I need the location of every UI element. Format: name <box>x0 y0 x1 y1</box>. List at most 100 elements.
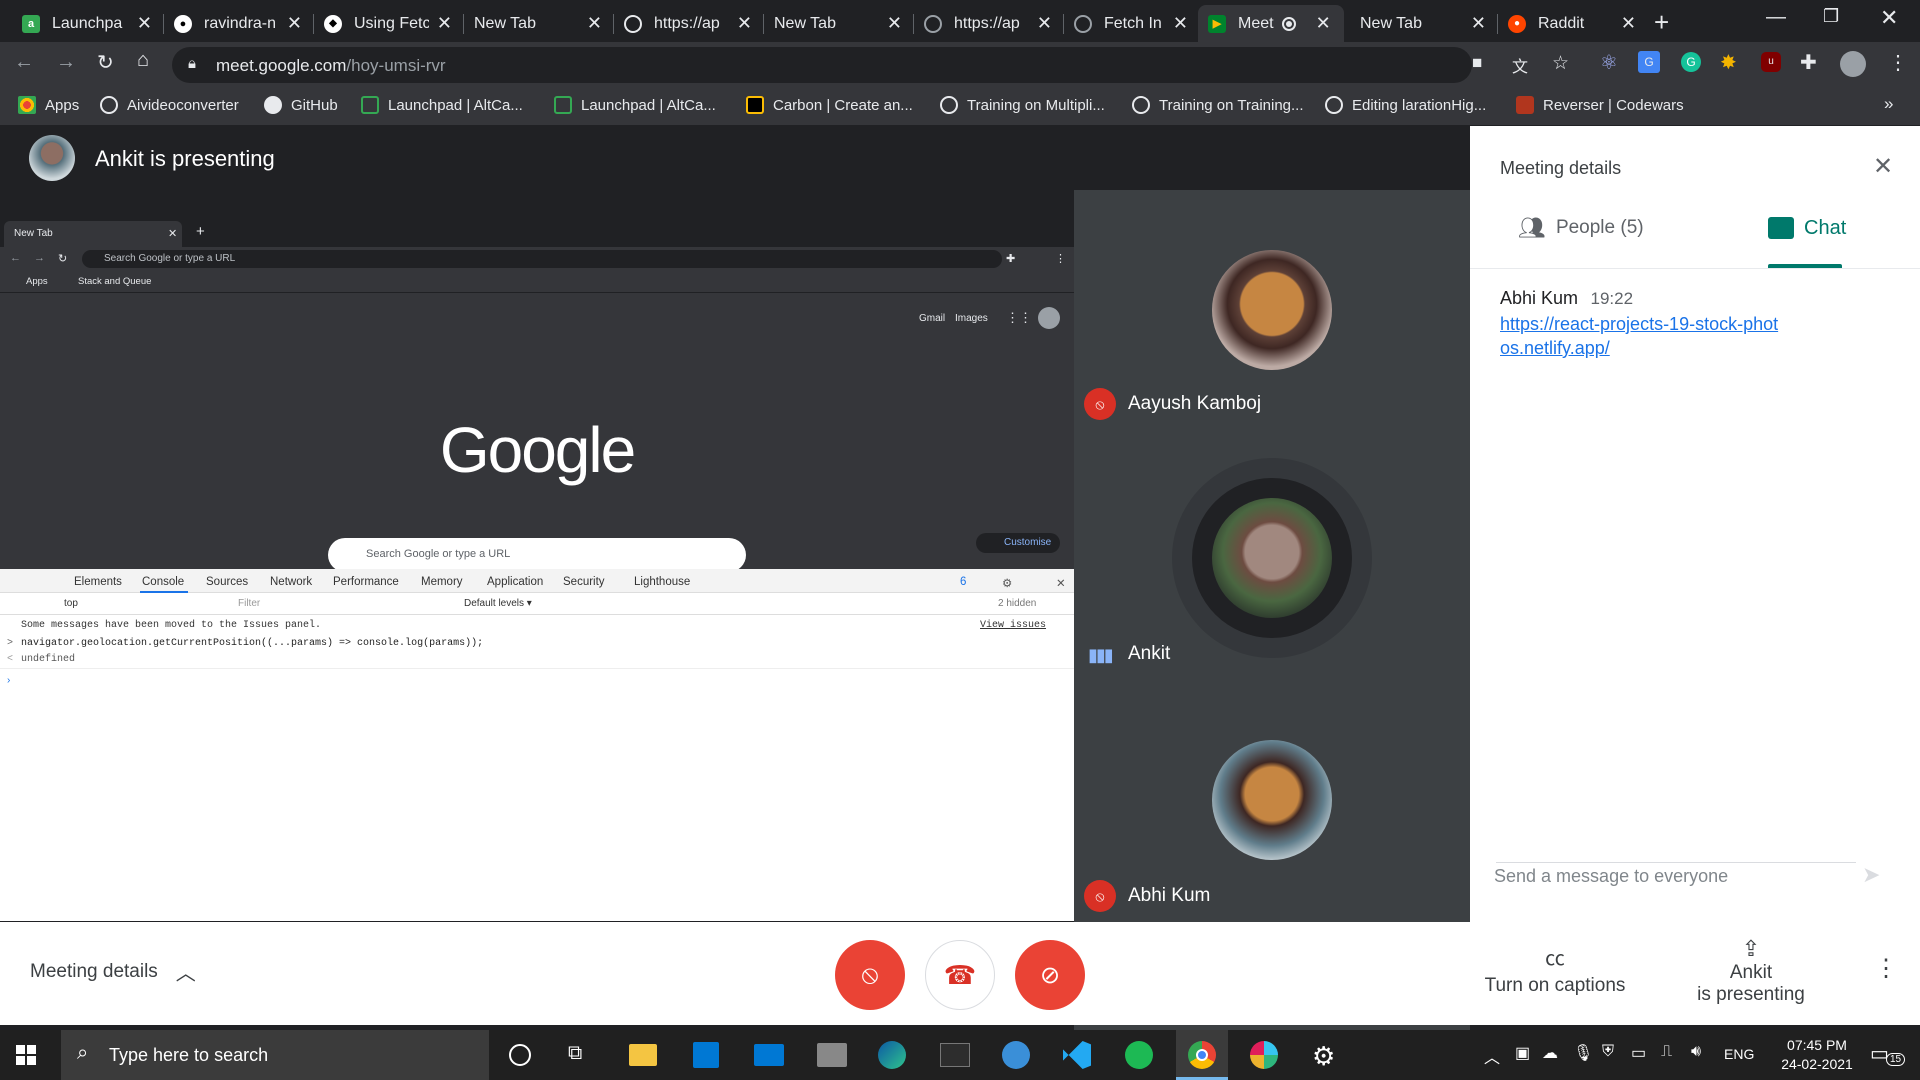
settings-icon[interactable]: ⚙ <box>1312 1041 1335 1072</box>
volume-icon[interactable]: 🔊︎ <box>1691 1043 1701 1061</box>
browser-tab[interactable]: New Tab ✕ <box>1350 5 1496 42</box>
close-icon[interactable]: ✕ <box>1037 13 1052 34</box>
close-icon[interactable]: ✕ <box>1471 13 1486 34</box>
security-icon[interactable]: ⛨ <box>1602 1043 1614 1061</box>
tab-chat[interactable]: Chat <box>1768 206 1878 250</box>
send-icon[interactable]: ➤ <box>1862 862 1880 888</box>
devtools-tabbar: Elements Console Sources Network Perform… <box>0 569 1074 593</box>
browser-tab[interactable]: Fetch In p ✕ <box>1064 5 1198 42</box>
meeting-details-button[interactable]: Meeting details ︿ <box>30 957 196 986</box>
chat-link[interactable]: https://react-projects-19-stock-photos.n… <box>1500 312 1780 360</box>
slack-icon[interactable] <box>1250 1041 1278 1069</box>
close-icon[interactable]: ✕ <box>137 13 152 34</box>
bookmark-item[interactable]: Training on Multipli... <box>940 96 1105 114</box>
chevron-up-icon[interactable]: ︿ <box>1484 1044 1500 1068</box>
close-icon[interactable]: ✕ <box>437 13 452 34</box>
bookmark-item[interactable]: GitHub <box>264 96 338 114</box>
captions-button[interactable]: ㏄ Turn on captions <box>1470 942 1640 997</box>
browser-tab[interactable]: a Launchpa ✕ <box>12 5 162 42</box>
leave-call-button[interactable]: ☎ <box>925 940 995 1010</box>
vscode-icon[interactable] <box>1063 1041 1091 1069</box>
menu-icon[interactable]: ⋮ <box>1888 50 1908 75</box>
terminal-icon[interactable] <box>940 1043 970 1067</box>
globe-icon <box>924 14 942 33</box>
browser-tab[interactable]: ● Raddit ✕ <box>1498 5 1646 42</box>
language-indicator[interactable]: ENG <box>1724 1046 1754 1062</box>
more-options-icon[interactable]: ⋮ <box>1874 954 1898 983</box>
browser-tab[interactable]: https://ap ✕ <box>914 5 1062 42</box>
bookmark-item[interactable]: Training on Training... <box>1132 96 1304 114</box>
close-icon[interactable]: ✕ <box>887 13 902 34</box>
close-icon[interactable]: ✕ <box>1173 13 1188 34</box>
onedrive-icon[interactable]: ☁ <box>1542 1043 1558 1063</box>
meet-now-icon[interactable]: ▣ <box>1515 1043 1530 1063</box>
windows-start-icon[interactable] <box>16 1045 36 1065</box>
taskbar-search[interactable]: ⌕ Type here to search <box>61 1030 489 1080</box>
globe-icon <box>940 96 958 114</box>
microsoft-store-icon[interactable] <box>693 1042 719 1068</box>
more-bookmarks-icon[interactable]: » <box>1884 94 1893 114</box>
mail-icon[interactable] <box>754 1044 784 1066</box>
close-panel-icon[interactable]: ✕ <box>1873 152 1893 181</box>
network-icon[interactable]: ⎍ <box>1661 1043 1672 1061</box>
bookmark-item[interactable]: Launchpad | AltCa... <box>554 96 716 114</box>
globe-icon <box>100 96 118 114</box>
file-explorer-icon[interactable] <box>629 1044 657 1066</box>
bookmark-item[interactable]: Editing larationHig... <box>1325 96 1486 114</box>
react-devtools-icon[interactable]: ⚛ <box>1600 50 1618 75</box>
clock[interactable]: 07:45 PM 24-02-2021 <box>1768 1036 1866 1074</box>
back-icon[interactable]: ← <box>14 51 34 74</box>
close-icon[interactable]: ✕ <box>737 13 752 34</box>
chrome-taskbar-button[interactable] <box>1176 1030 1228 1080</box>
bookmark-item[interactable]: Carbon | Create an... <box>746 96 913 114</box>
star-icon[interactable]: ☆ <box>1552 52 1569 75</box>
browser-tab[interactable]: ● ravindra-n ✕ <box>164 5 312 42</box>
edge-icon[interactable] <box>878 1041 906 1069</box>
bookmark-item[interactable]: Launchpad | AltCa... <box>361 96 523 114</box>
firefox-dev-icon[interactable] <box>1002 1041 1030 1069</box>
translate-extension-icon[interactable]: G <box>1638 51 1660 73</box>
close-icon[interactable]: ✕ <box>1316 13 1331 34</box>
forward-icon[interactable]: → <box>56 51 76 74</box>
presenting-button[interactable]: ⇪ Ankit is presenting <box>1670 936 1832 1006</box>
translate-icon[interactable]: 文 <box>1512 53 1528 77</box>
window-close-icon[interactable]: ✕ <box>1880 5 1898 31</box>
chat-input[interactable]: Send a message to everyone <box>1494 866 1894 896</box>
bookmark-apps[interactable]: Apps <box>18 96 79 114</box>
camera-icon[interactable]: ■ <box>1472 53 1482 73</box>
extensions-icon[interactable]: ✚ <box>1800 50 1817 75</box>
spotify-icon[interactable] <box>1125 1041 1153 1069</box>
new-tab-icon[interactable]: + <box>1654 7 1669 38</box>
ublock-icon[interactable]: u <box>1761 52 1781 72</box>
close-icon[interactable]: ✕ <box>587 13 602 34</box>
grammarly-icon[interactable]: G <box>1681 52 1701 72</box>
battery-icon[interactable]: ▭ <box>1631 1043 1646 1063</box>
address-bar[interactable]: 🔒︎ meet.google.com/hoy-umsi-rvr ■ 文 ☆ <box>172 47 1569 83</box>
browser-tab[interactable]: New Tab ✕ <box>464 5 612 42</box>
close-icon[interactable]: ✕ <box>287 13 302 34</box>
browser-tab[interactable]: https://ap ✕ <box>614 5 762 42</box>
mic-toggle-button[interactable]: ⦸ <box>835 940 905 1010</box>
restore-icon[interactable]: ❐ <box>1823 6 1839 27</box>
bookmark-item[interactable]: Reverser | Codewars <box>1516 96 1684 114</box>
bookmark-item[interactable]: Aivideoconverter <box>100 96 239 114</box>
close-icon[interactable]: ✕ <box>1621 13 1636 34</box>
home-icon[interactable]: ⌂ <box>137 49 149 72</box>
reload-icon[interactable]: ↻ <box>97 50 114 75</box>
notifications-button[interactable]: ▭ 15 <box>1866 1041 1906 1069</box>
recording-icon <box>1281 16 1296 31</box>
camera-toggle-button[interactable]: ⊘ <box>1015 940 1085 1010</box>
profile-avatar[interactable] <box>1840 51 1866 77</box>
microphone-icon[interactable]: 🎙︎ <box>1573 1043 1593 1063</box>
tab-people[interactable]: 👥︎ People (5) <box>1518 206 1708 250</box>
browser-tab[interactable]: ◆ Using Fetc ✕ <box>314 5 462 42</box>
app-icon[interactable] <box>817 1043 847 1067</box>
browser-tab-active[interactable]: ▶ Meet ✕ <box>1198 5 1344 42</box>
browser-tab[interactable]: New Tab ✕ <box>764 5 912 42</box>
minimize-icon[interactable]: — <box>1766 6 1786 29</box>
console-prompt: › <box>7 675 11 686</box>
cortana-icon[interactable] <box>509 1044 531 1066</box>
task-view-icon[interactable]: ⧉ <box>568 1042 582 1065</box>
color-picker-icon[interactable]: ✸ <box>1720 50 1737 75</box>
lock-icon[interactable]: 🔒︎ <box>188 55 196 72</box>
